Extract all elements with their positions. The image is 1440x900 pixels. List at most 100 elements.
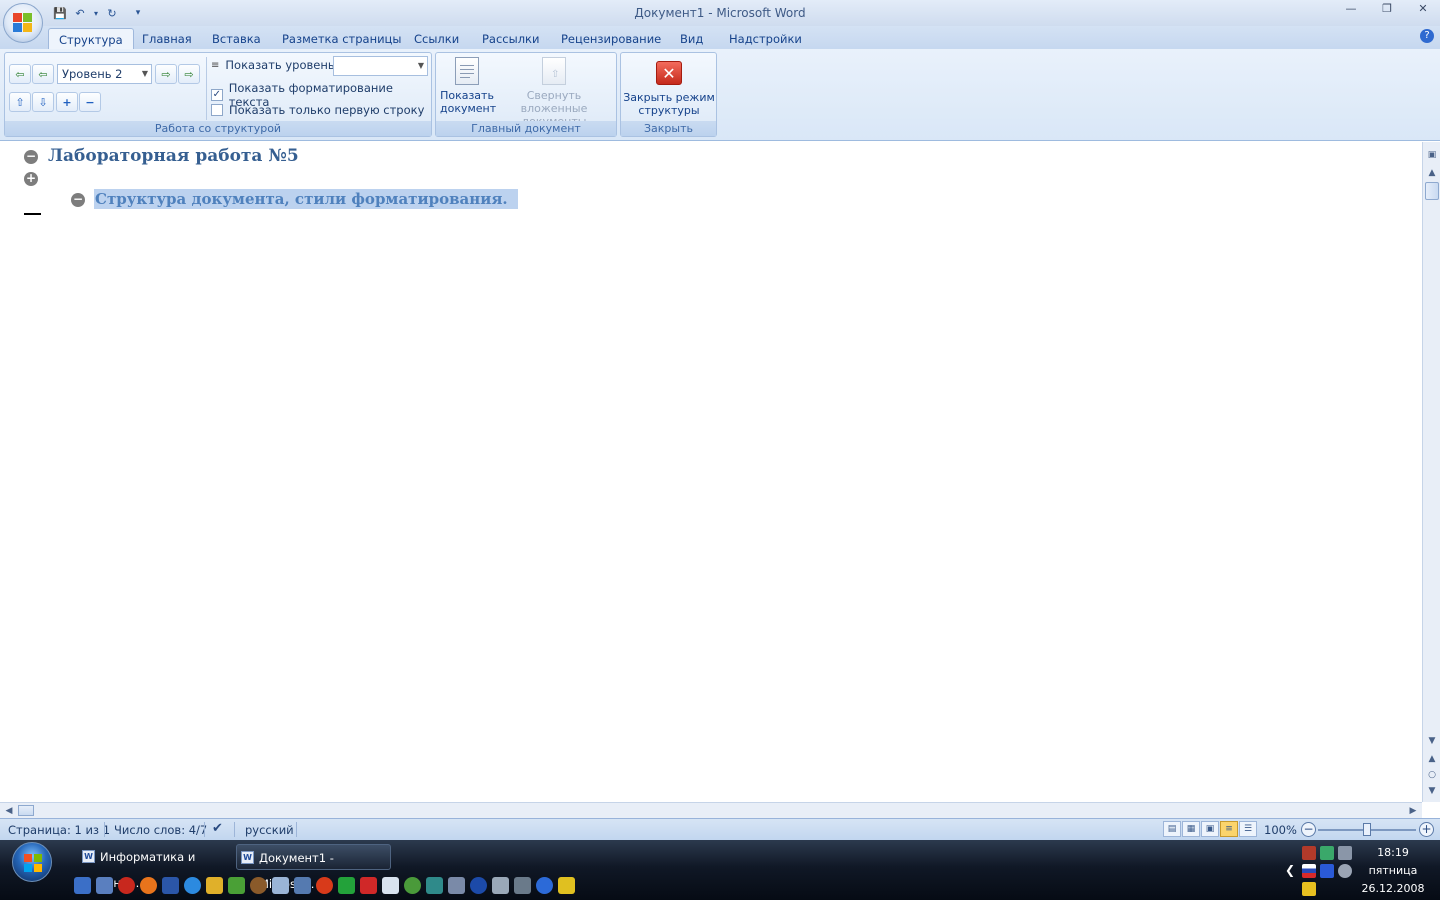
lightning-app-icon[interactable] bbox=[206, 877, 223, 894]
disk-app-icon[interactable] bbox=[294, 877, 311, 894]
vertical-scroll-thumb[interactable] bbox=[1425, 182, 1439, 200]
ruler-toggle-icon[interactable]: ▣ bbox=[1425, 148, 1439, 162]
vertical-scrollbar[interactable]: ▣ ▲ ▼ ▲ ○ ▼ bbox=[1422, 142, 1440, 802]
close-icon: ✕ bbox=[656, 61, 682, 85]
restore-button[interactable]: ❐ bbox=[1376, 2, 1398, 16]
tray-network-icon[interactable] bbox=[1338, 846, 1352, 860]
tab-insert[interactable]: Вставка bbox=[202, 28, 271, 50]
word-count[interactable]: Число слов: 4/7 bbox=[114, 823, 207, 837]
scroll-up-icon[interactable]: ▲ bbox=[1425, 166, 1439, 180]
tab-structure[interactable]: Структура bbox=[48, 28, 134, 50]
firefox-icon[interactable] bbox=[140, 877, 157, 894]
first-line-only-checkbox[interactable] bbox=[211, 104, 223, 116]
tray-sync-icon[interactable] bbox=[1320, 846, 1334, 860]
camera-app-icon[interactable] bbox=[492, 877, 509, 894]
collapse-subdocuments-button[interactable]: ⇧ Свернуть вложенные документы bbox=[496, 57, 612, 128]
zoom-in-icon[interactable]: + bbox=[1419, 822, 1434, 837]
heading-level-1[interactable]: Лабораторная работа №5 bbox=[48, 146, 299, 166]
switch-windows-icon[interactable] bbox=[96, 877, 113, 894]
tab-home[interactable]: Главная bbox=[132, 28, 202, 50]
promote-icon[interactable]: ⇦ bbox=[32, 64, 54, 84]
taskbar-task-document1[interactable]: W Документ1 - Microso… bbox=[236, 844, 391, 891]
help-icon[interactable]: ? bbox=[1420, 29, 1434, 43]
zoom-level[interactable]: 100% bbox=[1264, 823, 1297, 837]
scroll-down-icon[interactable]: ▼ bbox=[1425, 734, 1439, 748]
shield-app-icon[interactable] bbox=[382, 877, 399, 894]
monitor-app-icon[interactable] bbox=[448, 877, 465, 894]
draft-view-icon[interactable]: ☰ bbox=[1239, 821, 1257, 837]
system-clock[interactable]: 18:19 пятница 26.12.2008 bbox=[1358, 844, 1428, 898]
heading-level-2[interactable]: Структура документа, стили форматировани… bbox=[94, 189, 518, 209]
show-level-combo[interactable]: ▼ bbox=[333, 56, 428, 76]
minimize-button[interactable]: — bbox=[1340, 2, 1362, 16]
h-app-icon[interactable] bbox=[338, 877, 355, 894]
internet-explorer-icon[interactable] bbox=[184, 877, 201, 894]
chrome-like-icon[interactable] bbox=[316, 877, 333, 894]
scroll-right-icon[interactable]: ▶ bbox=[1406, 804, 1420, 818]
office-button[interactable] bbox=[3, 3, 43, 43]
show-hidden-icons-chevron[interactable]: ❮ bbox=[1285, 863, 1295, 877]
tab-review[interactable]: Рецензирование bbox=[551, 28, 671, 50]
expand-heading-icon[interactable]: + bbox=[24, 172, 38, 186]
taskbar-task-informatics[interactable]: W Информатика и осно… bbox=[78, 844, 228, 890]
archive-app-icon[interactable] bbox=[272, 877, 289, 894]
media-app-icon[interactable] bbox=[250, 877, 267, 894]
tab-addins[interactable]: Надстройки bbox=[719, 28, 812, 50]
tray-security-icon[interactable] bbox=[1302, 882, 1316, 896]
save-app-icon[interactable] bbox=[162, 877, 179, 894]
tools-app-icon[interactable] bbox=[514, 877, 531, 894]
demote-to-body-text-button[interactable]: ⇨ bbox=[178, 64, 200, 84]
opera-icon[interactable] bbox=[118, 877, 135, 894]
network-app-icon[interactable] bbox=[536, 877, 553, 894]
demote-icon[interactable]: ⇨ bbox=[155, 64, 177, 84]
document-area[interactable]: − Лабораторная работа №5 + − Структура д… bbox=[0, 142, 1422, 802]
system-tray bbox=[1300, 844, 1356, 896]
web-layout-view-icon[interactable]: ▣ bbox=[1201, 821, 1219, 837]
language-indicator[interactable]: русский bbox=[245, 823, 294, 837]
collapse-heading-icon[interactable]: − bbox=[24, 150, 38, 164]
outline-level-combo[interactable]: Уровень 2 ▼ bbox=[57, 64, 152, 84]
zoom-out-icon[interactable]: − bbox=[1301, 822, 1316, 837]
collapse-icon[interactable]: − bbox=[79, 92, 101, 112]
blue-app-icon[interactable] bbox=[470, 877, 487, 894]
show-formatting-checkbox[interactable]: ✓ bbox=[211, 89, 223, 101]
clock-time: 18:19 bbox=[1377, 846, 1409, 859]
tab-page-layout[interactable]: Разметка страницы bbox=[272, 28, 411, 50]
move-up-icon[interactable]: ⇧ bbox=[9, 92, 31, 112]
acrobat-icon[interactable] bbox=[360, 877, 377, 894]
collapse-subheading-icon[interactable]: − bbox=[71, 193, 85, 207]
close-window-button[interactable]: ✕ bbox=[1412, 2, 1434, 16]
show-desktop-icon[interactable] bbox=[74, 877, 91, 894]
close-outline-view-button[interactable]: ✕ Закрыть режим структуры bbox=[623, 59, 715, 117]
language-flag-icon[interactable] bbox=[1302, 864, 1316, 878]
tab-view[interactable]: Вид bbox=[670, 28, 713, 50]
tab-mailings[interactable]: Рассылки bbox=[472, 28, 549, 50]
page-counter[interactable]: Страница: 1 из 1 bbox=[8, 823, 110, 837]
tray-app-icon[interactable] bbox=[1302, 846, 1316, 860]
bluetooth-icon[interactable] bbox=[1320, 864, 1334, 878]
notes-app-icon[interactable] bbox=[558, 877, 575, 894]
expand-icon[interactable]: + bbox=[56, 92, 78, 112]
outline-view-icon[interactable]: ≡ bbox=[1220, 821, 1238, 837]
globe-app-icon[interactable] bbox=[404, 877, 421, 894]
start-button[interactable] bbox=[12, 842, 52, 882]
previous-page-icon[interactable]: ▲ bbox=[1425, 752, 1439, 766]
first-line-only-row[interactable]: Показать только первую строку bbox=[211, 103, 424, 117]
tab-references[interactable]: Ссылки bbox=[404, 28, 469, 50]
g-app-icon[interactable] bbox=[426, 877, 443, 894]
tray-clock-app-icon[interactable] bbox=[1338, 864, 1352, 878]
scroll-left-icon[interactable]: ◀ bbox=[2, 804, 16, 818]
show-document-button[interactable]: Показать документ bbox=[440, 57, 496, 115]
print-layout-view-icon[interactable]: ▤ bbox=[1163, 821, 1181, 837]
zoom-slider-thumb[interactable] bbox=[1363, 823, 1371, 836]
android-app-icon[interactable] bbox=[228, 877, 245, 894]
horizontal-scrollbar[interactable]: ◀ ▶ bbox=[0, 802, 1422, 818]
select-browse-object-icon[interactable]: ○ bbox=[1425, 768, 1439, 782]
proofing-icon[interactable]: ✔ bbox=[212, 821, 223, 836]
move-down-icon[interactable]: ⇩ bbox=[32, 92, 54, 112]
quick-launch bbox=[74, 877, 575, 895]
promote-to-heading1-button[interactable]: ⇦ bbox=[9, 64, 31, 84]
next-page-icon[interactable]: ▼ bbox=[1425, 784, 1439, 798]
full-screen-reading-view-icon[interactable]: ▦ bbox=[1182, 821, 1200, 837]
horizontal-scroll-thumb[interactable] bbox=[18, 805, 34, 816]
